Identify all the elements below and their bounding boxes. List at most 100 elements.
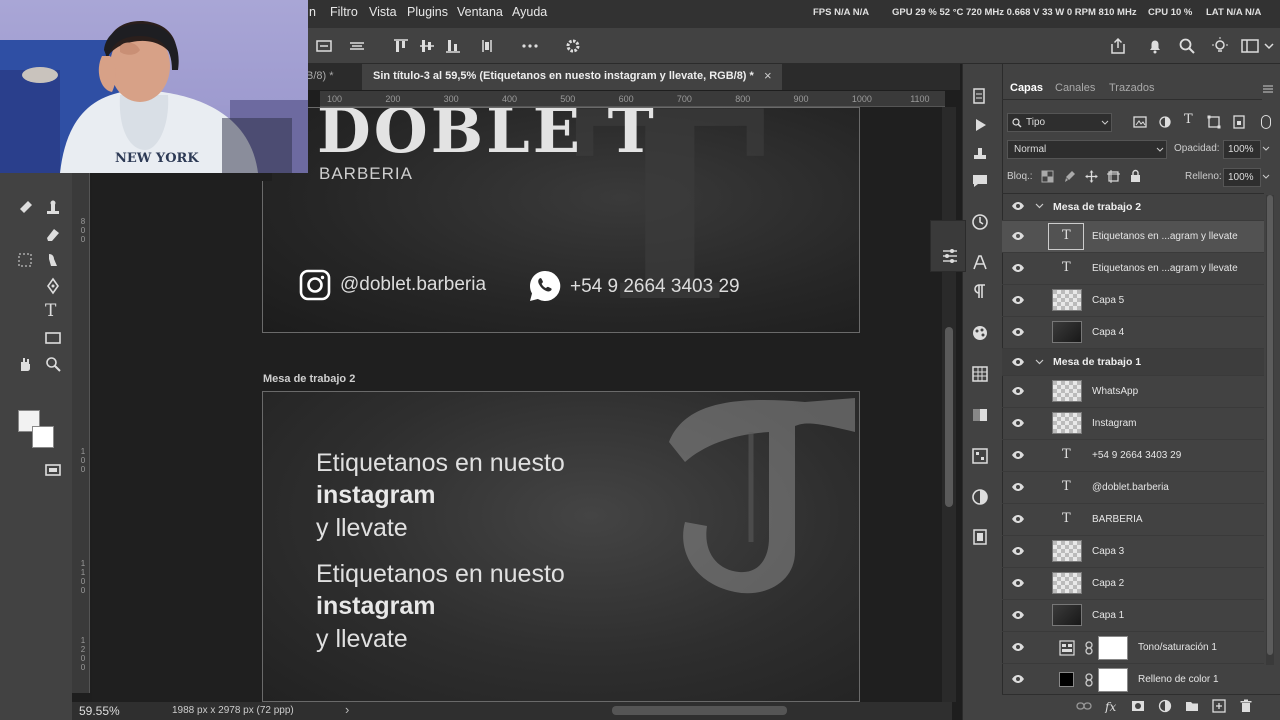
layer-row[interactable]: T +54 9 2664 3403 29 (1002, 440, 1264, 472)
new-layer-icon[interactable] (1212, 699, 1226, 713)
opacity-input[interactable]: 100% (1223, 140, 1261, 159)
new-group-folder-icon[interactable] (1185, 699, 1199, 713)
history-icon[interactable] (970, 212, 990, 232)
new-adjustment-icon[interactable] (1158, 699, 1172, 713)
menu-item-ventana[interactable]: Ventana (457, 5, 503, 19)
select-tool-icon[interactable] (16, 251, 34, 269)
character-icon[interactable] (970, 253, 990, 273)
tab-active-document[interactable]: Sin título-3 al 59,5% (Etiquetanos en nu… (362, 64, 782, 90)
zoom-level[interactable]: 59.55% (79, 704, 120, 718)
lock-position-move-icon[interactable] (1085, 170, 1098, 183)
visibility-eye-icon[interactable] (1011, 357, 1025, 367)
comment-icon[interactable] (970, 171, 990, 191)
eraser-tool-icon[interactable] (44, 225, 62, 243)
status-menu-arrow[interactable]: › (345, 702, 349, 717)
layer-filter-select[interactable]: Tipo (1007, 113, 1112, 132)
rectangle-tool-icon[interactable] (44, 329, 62, 347)
tab-layers[interactable]: Capas (1010, 82, 1043, 94)
layer-row[interactable]: Instagram (1002, 408, 1264, 440)
filter-toggle[interactable] (1261, 115, 1271, 129)
layer-row[interactable]: T Etiquetanos en ...agram y llevate (1002, 253, 1264, 285)
background-color-swatch[interactable] (32, 426, 54, 448)
gear-icon[interactable] (563, 36, 583, 56)
trash-icon[interactable] (1239, 699, 1253, 713)
brush-tool-icon[interactable] (16, 199, 34, 217)
vertical-scrollbar[interactable] (942, 107, 956, 702)
chevron-down-icon[interactable] (1035, 359, 1044, 365)
chevron-down-icon[interactable] (1262, 36, 1276, 56)
tab-paths[interactable]: Trazados (1109, 82, 1154, 94)
layer-row[interactable]: Capa 2 (1002, 568, 1264, 600)
visibility-eye-icon[interactable] (1011, 263, 1025, 273)
distribute-icon[interactable] (477, 36, 497, 56)
screen-mode-icon[interactable] (44, 462, 62, 480)
workspace-icon[interactable] (1240, 36, 1260, 56)
visibility-eye-icon[interactable] (1011, 418, 1025, 428)
align-center-icon[interactable] (347, 36, 367, 56)
link-layers-icon[interactable] (1076, 700, 1092, 712)
visibility-eye-icon[interactable] (1011, 610, 1025, 620)
layer-row[interactable]: Capa 5 (1002, 285, 1264, 317)
layer-row[interactable]: T Etiquetanos en ...agram y llevate (1002, 221, 1264, 253)
layer-row[interactable]: Relleno de color 1 (1002, 664, 1264, 696)
menu-item-partial[interactable]: n (309, 5, 316, 19)
align-top-icon[interactable] (391, 36, 411, 56)
layer-row[interactable]: Capa 4 (1002, 317, 1264, 349)
swatches-icon[interactable] (970, 364, 990, 384)
play-icon[interactable] (970, 115, 990, 135)
add-mask-icon[interactable] (1131, 699, 1145, 713)
blend-mode-select[interactable]: Normal (1007, 140, 1167, 159)
stamp-tool-icon[interactable] (44, 199, 62, 217)
visibility-eye-icon[interactable] (1011, 201, 1025, 211)
filter-pixel-icon[interactable] (1133, 115, 1147, 129)
align-bottom-icon[interactable] (443, 36, 463, 56)
lightbulb-icon[interactable] (1210, 36, 1230, 56)
visibility-eye-icon[interactable] (1011, 450, 1025, 460)
artboard-2[interactable]: Etiquetanos en nuesto instagram y llevat… (262, 391, 860, 702)
visibility-eye-icon[interactable] (1011, 546, 1025, 556)
tab-close-icon[interactable]: × (764, 68, 772, 83)
layer-row[interactable]: Tono/saturación 1 (1002, 632, 1264, 664)
visibility-eye-icon[interactable] (1011, 674, 1025, 684)
layer-row[interactable]: T @doblet.barberia (1002, 472, 1264, 504)
fill-input[interactable]: 100% (1223, 168, 1261, 187)
hand-tool-icon[interactable] (16, 355, 34, 373)
visibility-eye-icon[interactable] (1011, 482, 1025, 492)
tab-channels[interactable]: Canales (1055, 82, 1095, 94)
chevron-down-icon[interactable] (1262, 146, 1270, 152)
patterns-icon[interactable] (970, 446, 990, 466)
layer-row[interactable]: Capa 3 (1002, 536, 1264, 568)
align-icon[interactable] (314, 36, 334, 56)
stamp-icon[interactable] (970, 143, 990, 163)
panel-menu-icon[interactable] (1262, 84, 1274, 94)
visibility-eye-icon[interactable] (1011, 231, 1025, 241)
layers-scroll-thumb[interactable] (1267, 195, 1273, 655)
color-palette-icon[interactable] (970, 323, 990, 343)
lock-image-brush-icon[interactable] (1063, 170, 1076, 183)
fx-icon[interactable]: fx (1104, 699, 1120, 713)
share-icon[interactable] (1108, 36, 1128, 56)
smudge-tool-icon[interactable] (44, 251, 62, 269)
lock-all-icon[interactable] (1129, 169, 1142, 183)
chevron-down-icon[interactable] (1035, 203, 1044, 209)
visibility-eye-icon[interactable] (1011, 514, 1025, 524)
artboard-1[interactable]: T DOBLE T BARBERIA @doblet.barberia +54 … (262, 107, 860, 333)
filter-smart-object-icon[interactable] (1232, 115, 1246, 129)
tab-previous-label[interactable]: B/8) * (306, 70, 334, 82)
chevron-down-icon[interactable] (1262, 174, 1270, 180)
menu-item-filtro[interactable]: Filtro (330, 5, 358, 19)
align-vcenter-icon[interactable] (417, 36, 437, 56)
layer-group-row[interactable]: Mesa de trabajo 1 (1002, 349, 1264, 376)
properties-sliders-icon[interactable] (940, 246, 960, 266)
visibility-eye-icon[interactable] (1011, 578, 1025, 588)
zoom-tool-icon[interactable] (44, 355, 62, 373)
artboard-2-label[interactable]: Mesa de trabajo 2 (263, 373, 355, 385)
pen-tool-icon[interactable] (44, 277, 62, 295)
visibility-eye-icon[interactable] (1011, 295, 1025, 305)
layer-row[interactable]: WhatsApp (1002, 376, 1264, 408)
layer-row[interactable]: T BARBERIA (1002, 504, 1264, 536)
more-icon[interactable] (520, 36, 540, 56)
text-tool-icon[interactable]: T (45, 301, 63, 321)
history-brush-icon[interactable] (970, 86, 990, 106)
filter-adjustment-icon[interactable] (1158, 115, 1172, 129)
